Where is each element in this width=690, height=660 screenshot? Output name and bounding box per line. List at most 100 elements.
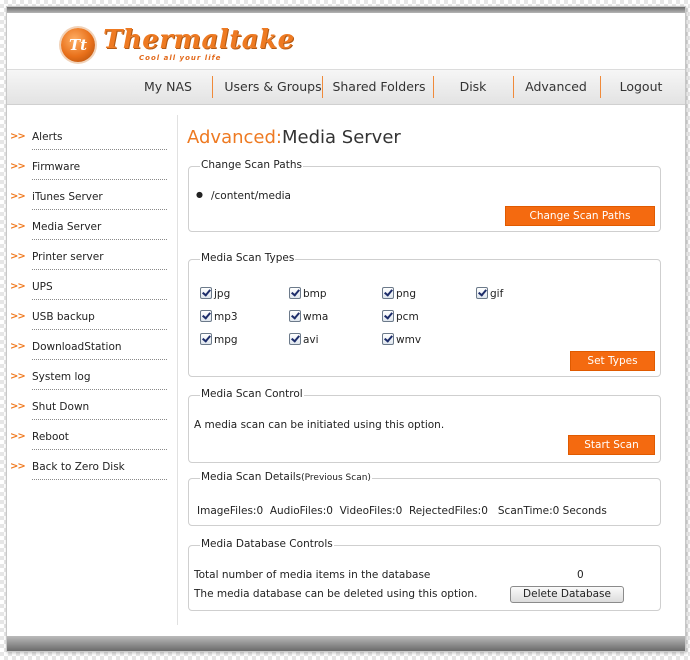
sidebar-item-label: Reboot: [32, 431, 69, 443]
panel-title: Media Scan Types: [200, 252, 296, 264]
arrow-icon: >>: [10, 191, 26, 202]
checkbox-pcm[interactable]: [382, 310, 394, 322]
divider: [32, 179, 167, 180]
sidebar-item-firmware[interactable]: >> Firmware: [7, 151, 177, 181]
scan-details-title: Media Scan Details: [201, 471, 302, 483]
divider: [32, 299, 167, 300]
set-types-button[interactable]: Set Types: [570, 351, 655, 371]
page-title-prefix: Advanced:: [187, 127, 282, 148]
checkbox-mp3[interactable]: [200, 310, 212, 322]
checkbox-label: bmp: [303, 288, 327, 300]
divider: [32, 359, 167, 360]
sidebar-item-alerts[interactable]: >> Alerts: [7, 121, 177, 151]
sidebar-item-label: Alerts: [32, 131, 63, 143]
sidebar-item-label: Printer server: [32, 251, 104, 263]
arrow-icon: >>: [10, 281, 26, 292]
scan-details-note: (Previous Scan): [301, 473, 371, 483]
checkbox-label: wmv: [396, 334, 422, 346]
bottom-bar: [7, 636, 685, 651]
header: Tt Thermaltake Cool all your life: [7, 13, 685, 69]
nav-separator: [513, 76, 514, 98]
window: Tt Thermaltake Cool all your life My NAS…: [6, 6, 686, 652]
arrow-icon: >>: [10, 131, 26, 142]
sidebar-item-system-log[interactable]: >> System log: [7, 361, 177, 391]
nav-logout[interactable]: Logout: [610, 77, 672, 97]
checkbox-label: pcm: [396, 311, 419, 323]
nav-my-nas[interactable]: My NAS: [135, 77, 201, 97]
scan-paths-panel: Change Scan Paths ● /content/media Chang…: [188, 159, 661, 232]
sidebar-item-label: Shut Down: [32, 401, 90, 413]
sidebar-item-label: Back to Zero Disk: [32, 461, 125, 473]
arrow-icon: >>: [10, 161, 26, 172]
nav-disk[interactable]: Disk: [443, 77, 503, 97]
checkbox-label: wma: [303, 311, 329, 323]
sidebar-item-label: System log: [32, 371, 91, 383]
arrow-icon: >>: [10, 311, 26, 322]
database-panel: Media Database Controls Total number of …: [188, 538, 661, 611]
checkbox-label: gif: [490, 288, 504, 300]
content-divider: [177, 115, 178, 625]
nav-shared-folders[interactable]: Shared Folders: [329, 77, 429, 97]
divider: [32, 239, 167, 240]
arrow-icon: >>: [10, 251, 26, 262]
checkbox-label: png: [396, 288, 416, 300]
divider: [32, 329, 167, 330]
checkbox-jpg[interactable]: [200, 287, 212, 299]
logo-mark-icon: Tt: [61, 28, 95, 62]
panel-title: Media Scan Control: [200, 388, 304, 400]
panel-title: Media Database Controls: [200, 538, 334, 550]
checkbox-mpg[interactable]: [200, 333, 212, 345]
checkbox-wmv[interactable]: [382, 333, 394, 345]
nav-users-groups[interactable]: Users & Groups: [219, 77, 327, 97]
divider: [32, 479, 167, 480]
checkbox-bmp[interactable]: [289, 287, 301, 299]
scan-details-panel: Media Scan Details(Previous Scan) ImageF…: [188, 471, 661, 526]
panel-title: Change Scan Paths: [200, 159, 303, 171]
sidebar-item-label: USB backup: [32, 311, 95, 323]
nav-separator: [433, 76, 434, 98]
divider: [32, 389, 167, 390]
sidebar-item-downloadstation[interactable]: >> DownloadStation: [7, 331, 177, 361]
sidebar-item-media-server[interactable]: >> Media Server: [7, 211, 177, 241]
delete-database-button[interactable]: Delete Database: [510, 586, 624, 603]
thermaltake-logo[interactable]: Tt Thermaltake Cool all your life: [61, 25, 294, 65]
sidebar-item-shut-down[interactable]: >> Shut Down: [7, 391, 177, 421]
divider: [32, 449, 167, 450]
arrow-icon: >>: [10, 221, 26, 232]
nav-separator: [212, 76, 213, 98]
nav-separator: [600, 76, 601, 98]
sidebar-item-label: DownloadStation: [32, 341, 122, 353]
scan-types-panel: Media Scan Types jpg bmp png gif mp3 wma…: [188, 252, 661, 377]
checkbox-label: mp3: [214, 311, 238, 323]
nav-advanced[interactable]: Advanced: [521, 77, 591, 97]
sidebar-item-ups[interactable]: >> UPS: [7, 271, 177, 301]
scan-path: /content/media: [211, 190, 291, 202]
divider: [32, 149, 167, 150]
divider: [32, 419, 167, 420]
page-title-main: Media Server: [281, 127, 401, 148]
change-scan-paths-button[interactable]: Change Scan Paths: [505, 206, 655, 226]
divider: [32, 269, 167, 270]
checkbox-png[interactable]: [382, 287, 394, 299]
sidebar-item-back-to-zero-disk[interactable]: >> Back to Zero Disk: [7, 451, 177, 481]
arrow-icon: >>: [10, 461, 26, 472]
checkbox-avi[interactable]: [289, 333, 301, 345]
logo-tagline: Cool all your life: [139, 54, 222, 62]
arrow-icon: >>: [10, 431, 26, 442]
sidebar-item-itunes-server[interactable]: >> iTunes Server: [7, 181, 177, 211]
sidebar-item-label: iTunes Server: [32, 191, 103, 203]
start-scan-button[interactable]: Start Scan: [568, 435, 655, 455]
sidebar-item-label: Firmware: [32, 161, 81, 173]
checkbox-gif[interactable]: [476, 287, 488, 299]
panel-title: Media Scan Details(Previous Scan): [200, 471, 372, 483]
scan-details-summary: ImageFiles:0 AudioFiles:0 VideoFiles:0 R…: [197, 505, 607, 517]
sidebar-item-reboot[interactable]: >> Reboot: [7, 421, 177, 451]
scan-control-description: A media scan can be initiated using this…: [194, 419, 445, 431]
sidebar-item-usb-backup[interactable]: >> USB backup: [7, 301, 177, 331]
checkbox-label: avi: [303, 334, 319, 346]
sidebar-item-label: UPS: [32, 281, 53, 293]
sidebar-item-printer-server[interactable]: >> Printer server: [7, 241, 177, 271]
sidebar-item-label: Media Server: [32, 221, 102, 233]
checkbox-wma[interactable]: [289, 310, 301, 322]
db-total-value: 0: [577, 569, 584, 581]
